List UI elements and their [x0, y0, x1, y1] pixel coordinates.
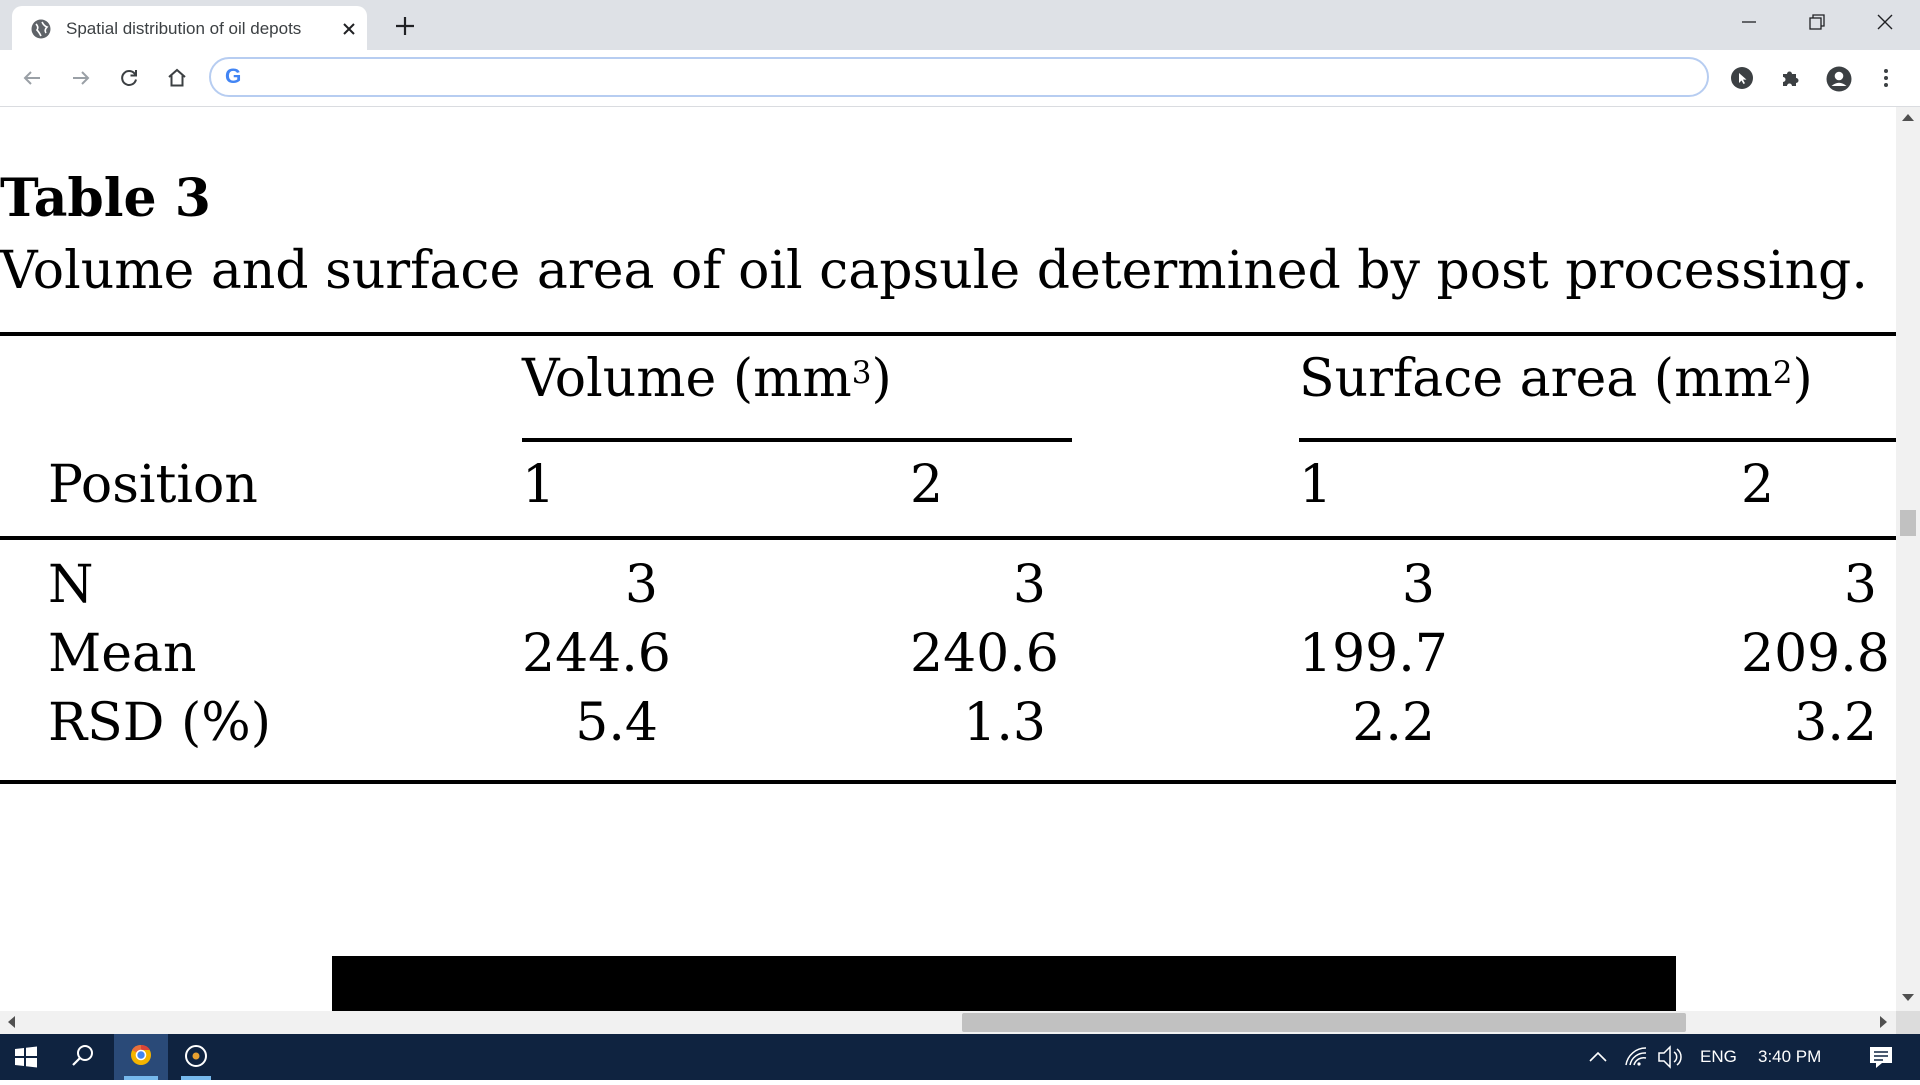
row-label-mean: Mean — [48, 624, 197, 684]
n-volume-1: 3 — [624, 555, 658, 615]
mean-surface-2: 209.8 — [1741, 624, 1890, 684]
language-indicator[interactable]: ENG — [1700, 1048, 1737, 1066]
row-label-n: N — [48, 555, 94, 615]
home-icon[interactable] — [162, 63, 192, 93]
n-surface-1: 3 — [1401, 555, 1435, 615]
rsd-volume-1: 5.4 — [575, 693, 658, 753]
profile-icon[interactable] — [1822, 62, 1854, 94]
volume-icon[interactable] — [1656, 1034, 1686, 1080]
chevron-up-icon[interactable] — [1586, 1034, 1610, 1080]
scroll-left-arrow[interactable] — [8, 1016, 15, 1028]
position-header: Position — [48, 455, 258, 515]
volume-header: Volume (mm3) — [522, 349, 892, 409]
table-caption: Volume and surface area of oil capsule d… — [0, 241, 1868, 301]
google-logo: G — [225, 65, 242, 88]
reload-icon[interactable] — [114, 63, 144, 93]
surface-unit-exponent: 2 — [1772, 355, 1793, 391]
browser-tab[interactable]: Spatial distribution of oil depots — [12, 6, 367, 50]
browser-toolbar: G — [0, 50, 1920, 107]
back-icon[interactable] — [17, 63, 47, 93]
header-bottom-rule — [0, 536, 1896, 540]
media-app-icon[interactable] — [174, 1034, 224, 1080]
surface-col-1-header: 1 — [1299, 455, 1333, 515]
table-top-rule — [0, 332, 1896, 336]
mean-volume-2: 240.6 — [910, 624, 1059, 684]
page-viewport: Table 3 Volume and surface area of oil c… — [0, 107, 1896, 1011]
volume-col-2-header: 2 — [910, 455, 944, 515]
volume-col-1-header: 1 — [522, 455, 556, 515]
volume-group-rule — [522, 438, 1072, 442]
horizontal-scroll-thumb[interactable] — [962, 1013, 1686, 1032]
address-bar[interactable]: G — [209, 57, 1709, 97]
chrome-app-icon[interactable] — [114, 1034, 168, 1080]
close-icon[interactable] — [338, 18, 360, 40]
mean-volume-1: 244.6 — [522, 624, 671, 684]
cursor-extension-icon[interactable] — [1726, 62, 1758, 94]
menu-icon[interactable] — [1870, 62, 1902, 94]
address-input[interactable] — [255, 65, 1679, 91]
network-icon[interactable] — [1622, 1034, 1650, 1080]
clock[interactable]: 3:40 PM — [1758, 1048, 1821, 1066]
vertical-scroll-thumb[interactable] — [1900, 510, 1916, 536]
rsd-surface-1: 2.2 — [1352, 693, 1435, 753]
rsd-volume-2: 1.3 — [963, 693, 1046, 753]
surface-col-2-header: 2 — [1741, 455, 1775, 515]
search-icon[interactable] — [58, 1034, 108, 1080]
notification-icon[interactable] — [1856, 1034, 1906, 1080]
redacted-block — [332, 956, 1676, 1011]
minimize-icon[interactable] — [1718, 0, 1778, 44]
scroll-up-arrow[interactable] — [1902, 114, 1914, 121]
globe-icon — [30, 18, 52, 40]
tab-strip: Spatial distribution of oil depots — [0, 0, 1920, 50]
window-close-icon[interactable] — [1854, 0, 1914, 44]
scroll-down-arrow[interactable] — [1902, 994, 1914, 1001]
n-surface-2: 3 — [1843, 555, 1877, 615]
mean-surface-1: 199.7 — [1299, 624, 1448, 684]
puzzle-extension-icon[interactable] — [1774, 62, 1806, 94]
taskbar: ENG 3:40 PM — [0, 1034, 1920, 1080]
table-bottom-rule — [0, 780, 1896, 784]
plus-icon[interactable] — [390, 12, 420, 40]
surface-area-header: Surface area (mm2) — [1299, 349, 1813, 409]
rsd-surface-2: 3.2 — [1794, 693, 1877, 753]
document: Table 3 Volume and surface area of oil c… — [0, 107, 1896, 1011]
surface-group-rule — [1299, 438, 1896, 442]
n-volume-2: 3 — [1012, 555, 1046, 615]
vertical-scrollbar[interactable] — [1896, 107, 1920, 1011]
scrollbar-corner — [1896, 1011, 1920, 1034]
row-label-rsd: RSD (%) — [48, 693, 271, 753]
windows-start-icon[interactable] — [0, 1034, 52, 1080]
table-number: Table 3 — [0, 168, 211, 229]
scroll-right-arrow[interactable] — [1880, 1016, 1887, 1028]
tab-title: Spatial distribution of oil depots — [66, 19, 302, 38]
forward-icon[interactable] — [66, 63, 96, 93]
restore-icon[interactable] — [1786, 0, 1846, 44]
volume-unit-exponent: 3 — [851, 355, 872, 391]
